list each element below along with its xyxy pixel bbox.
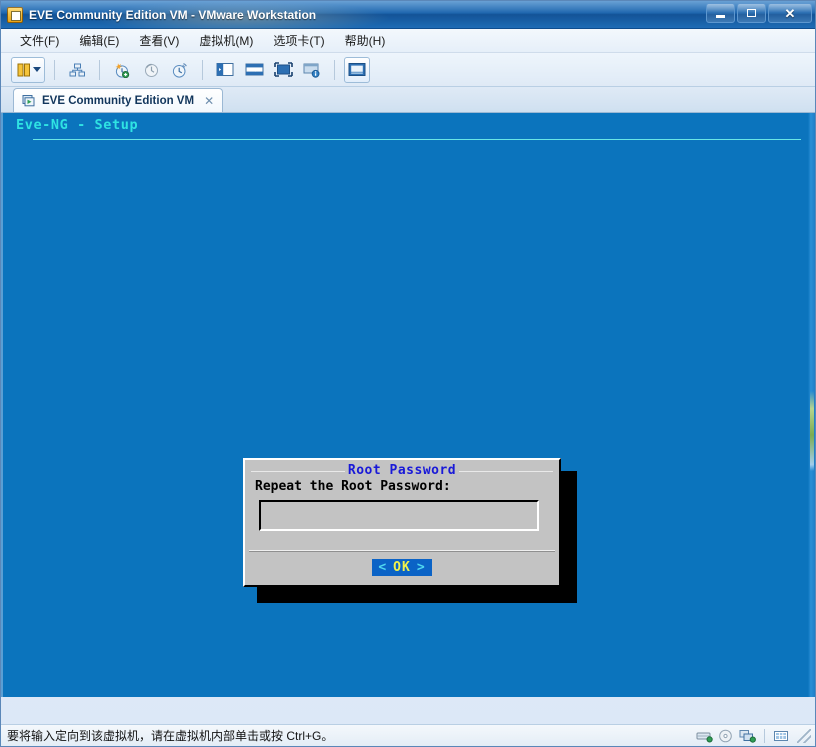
unity-mode-icon xyxy=(303,63,320,78)
status-bar-icons xyxy=(696,728,815,743)
status-bar: 要将输入定向到该虚拟机，请在虚拟机内部单击或按 Ctrl+G。 xyxy=(1,724,815,746)
show-thumbnail-bar-button[interactable] xyxy=(241,57,267,83)
vm-console-screen[interactable]: Eve-NG - Setup Root Password Repeat the … xyxy=(3,113,815,697)
tab-close-icon[interactable]: ✕ xyxy=(204,94,214,108)
status-message: 要将输入定向到该虚拟机，请在虚拟机内部单击或按 Ctrl+G。 xyxy=(7,729,334,743)
menu-help[interactable]: 帮助(H) xyxy=(336,29,395,52)
snapshot-revert-icon xyxy=(144,63,158,77)
vm-tab-strip: EVE Community Edition VM ✕ xyxy=(1,87,815,113)
vm-running-icon xyxy=(22,94,35,106)
window-title: EVE Community Edition VM - VMware Workst… xyxy=(29,7,317,22)
menu-edit[interactable]: 编辑(E) xyxy=(70,29,128,52)
dialog-title: Root Password xyxy=(347,463,457,478)
chevron-down-icon[interactable] xyxy=(32,67,41,72)
snapshot-add-icon xyxy=(115,62,130,78)
ok-button-left-bracket: < xyxy=(378,560,388,575)
thumbnail-bar-icon xyxy=(245,63,263,76)
tab-label: EVE Community Edition VM xyxy=(42,94,195,107)
dialog-button-row: < OK > xyxy=(245,559,559,576)
root-password-dialog[interactable]: Root Password Repeat the Root Password: … xyxy=(243,458,561,587)
window-title-bar: EVE Community Edition VM - VMware Workst… xyxy=(1,1,815,29)
network-adapter-icon[interactable] xyxy=(739,729,756,743)
setup-title-divider xyxy=(33,139,801,140)
hard-disk-icon[interactable] xyxy=(696,729,713,743)
menu-bar: 文件(F) 编辑(E) 查看(V) 虚拟机(M) 选项卡(T) 帮助(H) xyxy=(1,29,815,53)
toolbar-separator xyxy=(99,59,100,80)
root-password-input[interactable] xyxy=(259,500,539,531)
setup-screen-title: Eve-NG - Setup xyxy=(16,117,139,133)
resize-grip[interactable] xyxy=(797,728,811,743)
dialog-separator-dark xyxy=(249,551,555,552)
vmware-workstation-icon xyxy=(7,6,23,23)
maximize-icon xyxy=(747,9,756,17)
dialog-prompt-label: Repeat the Root Password: xyxy=(255,479,451,494)
ok-button[interactable]: < OK > xyxy=(372,559,432,576)
vm-console-viewport[interactable]: Eve-NG - Setup Root Password Repeat the … xyxy=(1,113,815,697)
minimize-icon xyxy=(716,14,725,18)
menu-tabs[interactable]: 选项卡(T) xyxy=(264,29,333,52)
menu-vm[interactable]: 虚拟机(M) xyxy=(190,29,262,52)
main-toolbar xyxy=(1,53,815,87)
console-view-icon xyxy=(348,63,366,76)
snapshot-manager-open-button[interactable] xyxy=(167,57,193,83)
ok-button-label: OK xyxy=(393,560,411,575)
vmware-workstation-window: EVE Community Edition VM - VMware Workst… xyxy=(0,0,816,747)
close-icon: ✕ xyxy=(784,5,796,21)
menu-file[interactable]: 文件(F) xyxy=(11,29,68,52)
console-view-button[interactable] xyxy=(344,56,370,83)
fullscreen-icon xyxy=(273,62,293,77)
toolbar-separator xyxy=(54,59,55,80)
minimize-button[interactable] xyxy=(706,3,735,23)
console-edge-artifact xyxy=(810,391,814,471)
tab-eve-community-edition-vm[interactable]: EVE Community Edition VM ✕ xyxy=(13,88,224,112)
menu-view[interactable]: 查看(V) xyxy=(130,29,188,52)
status-separator xyxy=(764,728,765,743)
revert-snapshot-button[interactable] xyxy=(138,57,164,83)
window-controls: ✕ xyxy=(706,3,812,23)
snapshot-manager-icon xyxy=(69,63,85,76)
ok-button-right-bracket: > xyxy=(416,560,426,575)
power-suspend-button[interactable] xyxy=(11,56,45,83)
maximize-button[interactable] xyxy=(737,3,766,23)
cd-dvd-icon[interactable] xyxy=(718,729,734,743)
toolbar-separator xyxy=(202,59,203,80)
toolbar-separator xyxy=(334,59,335,80)
library-panel-icon xyxy=(216,63,234,76)
show-library-button[interactable] xyxy=(212,57,238,83)
manage-snapshots-button[interactable] xyxy=(64,57,90,83)
usb-device-icon[interactable] xyxy=(773,729,790,743)
take-snapshot-button[interactable] xyxy=(109,57,135,83)
full-screen-button[interactable] xyxy=(270,57,296,83)
close-button[interactable]: ✕ xyxy=(768,3,812,23)
snapshot-clock-icon xyxy=(172,62,187,78)
pause-icon xyxy=(17,63,30,76)
unity-mode-button[interactable] xyxy=(299,57,325,83)
